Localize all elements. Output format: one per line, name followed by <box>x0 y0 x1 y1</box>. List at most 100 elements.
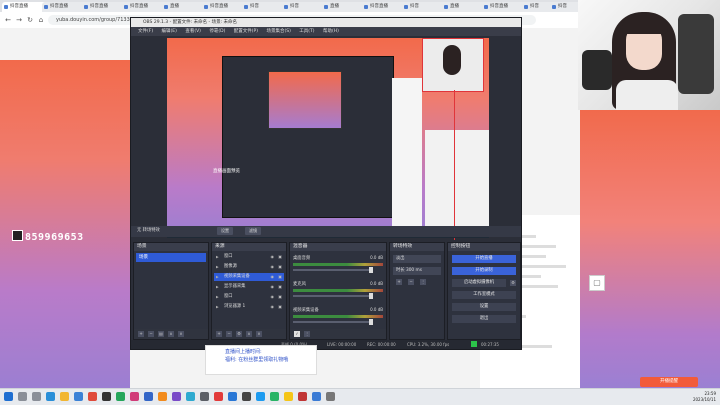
menu-help[interactable]: 帮助(H) <box>323 29 339 34</box>
exit-button[interactable]: 退出 <box>452 315 516 323</box>
reload-icon[interactable]: ↻ <box>25 15 35 25</box>
lock-icon[interactable]: ▣ <box>278 303 282 311</box>
transition-select[interactable]: 淡出 <box>393 255 441 263</box>
webcam-microphone <box>582 50 612 90</box>
app-icon[interactable] <box>312 392 321 401</box>
lock-icon[interactable]: ▣ <box>278 293 282 301</box>
move-down-icon[interactable]: ∨ <box>256 331 262 337</box>
volume-slider[interactable] <box>293 319 373 325</box>
scene-item[interactable]: 场景 <box>136 253 206 262</box>
preview-webcam-source[interactable] <box>422 38 484 92</box>
studio-mode-button[interactable]: 工作室模式 <box>452 291 516 299</box>
remove-icon[interactable]: − <box>148 331 154 337</box>
more-icon[interactable]: ⋮ <box>304 331 310 337</box>
source-item[interactable]: 窗口◉▣ <box>214 293 284 301</box>
app-icon[interactable] <box>74 392 83 401</box>
info-text: 福利: 在粉丝群里领取礼物哦 <box>225 357 289 363</box>
app-icon[interactable] <box>270 392 279 401</box>
obs-icon[interactable] <box>102 392 111 401</box>
app-icon[interactable] <box>298 392 307 401</box>
app-icon[interactable] <box>228 392 237 401</box>
preview-nested-obs <box>222 56 394 218</box>
app-icon[interactable] <box>130 392 139 401</box>
settings-button[interactable]: 设置 <box>452 303 516 311</box>
menu-file[interactable]: 文件(F) <box>138 29 153 34</box>
scene-settings-button[interactable]: 设置 <box>217 227 233 235</box>
eye-icon[interactable]: ◉ <box>271 253 275 261</box>
start-recording-button[interactable]: 开始录制 <box>452 267 516 275</box>
system-clock[interactable]: 23:59 2023/10/11 <box>693 391 716 403</box>
menu-profile[interactable]: 配置文件(P) <box>234 29 258 34</box>
eye-icon[interactable]: ◉ <box>271 293 275 301</box>
source-item[interactable]: 浏览器源 1◉▣ <box>214 303 284 311</box>
app-icon[interactable] <box>242 392 251 401</box>
source-item-selected[interactable]: 视频采集设备◉▣ <box>214 273 284 281</box>
start-streaming-button[interactable]: 开始直播 <box>452 255 516 263</box>
move-up-icon[interactable]: ∧ <box>246 331 252 337</box>
menu-docks[interactable]: 停靠(D) <box>209 29 225 34</box>
gift-icon[interactable]: ▢ <box>589 275 605 291</box>
add-icon[interactable]: + <box>138 331 144 337</box>
webcam-chair <box>678 14 714 94</box>
folder-icon[interactable] <box>60 392 69 401</box>
remove-icon[interactable]: − <box>226 331 232 337</box>
move-down-icon[interactable]: ∨ <box>178 331 184 337</box>
eye-icon[interactable]: ◉ <box>271 283 275 291</box>
mixer-channel-name: 麦克风 <box>293 282 306 287</box>
app-icon[interactable] <box>144 392 153 401</box>
app-icon[interactable] <box>326 392 335 401</box>
preview-page-column <box>392 78 422 238</box>
gear-icon[interactable]: ⚙ <box>510 280 516 286</box>
slider-handle[interactable] <box>369 319 373 325</box>
volume-slider[interactable] <box>293 267 373 273</box>
menu-view[interactable]: 查看(V) <box>185 29 201 34</box>
volume-slider[interactable] <box>293 293 373 299</box>
app-icon[interactable] <box>214 392 223 401</box>
remove-icon[interactable]: − <box>408 279 414 285</box>
more-icon[interactable]: ⋮ <box>420 279 426 285</box>
forward-icon[interactable]: → <box>14 15 24 25</box>
slider-handle[interactable] <box>369 267 373 273</box>
add-icon[interactable]: + <box>216 331 222 337</box>
virtual-camera-button[interactable]: 启动虚拟摄像机 <box>452 279 506 287</box>
reminder-button[interactable]: 开播提醒 <box>640 377 698 387</box>
home-icon[interactable]: ⌂ <box>36 15 46 25</box>
scene-filters-button[interactable]: 滤镜 <box>245 227 261 235</box>
edge-icon[interactable] <box>46 392 55 401</box>
menu-scene-collection[interactable]: 场景集合(S) <box>266 29 290 34</box>
back-icon[interactable]: ← <box>3 15 13 25</box>
move-up-icon[interactable]: ∧ <box>168 331 174 337</box>
transition-duration[interactable]: 时长 300 ms <box>393 267 441 275</box>
app-icon[interactable] <box>158 392 167 401</box>
slider-handle[interactable] <box>369 293 373 299</box>
gear-icon[interactable]: ⚙ <box>236 331 242 337</box>
eye-icon[interactable]: ◉ <box>271 273 275 281</box>
obs-preview[interactable]: 直播画面预览 <box>167 38 489 240</box>
source-item[interactable]: 窗口◉▣ <box>214 253 284 261</box>
add-icon[interactable]: + <box>396 279 402 285</box>
eye-icon[interactable]: ◉ <box>271 263 275 271</box>
app-icon[interactable] <box>284 392 293 401</box>
task-view-icon[interactable] <box>32 392 41 401</box>
app-icon[interactable] <box>172 392 181 401</box>
app-icon[interactable] <box>116 392 125 401</box>
menu-edit[interactable]: 编辑(E) <box>162 29 177 34</box>
search-icon[interactable] <box>18 392 27 401</box>
scene-filter-icon[interactable]: ▤ <box>158 331 164 337</box>
menu-tools[interactable]: 工具(T) <box>299 29 314 34</box>
lock-icon[interactable]: ▣ <box>278 253 282 261</box>
chrome-icon[interactable] <box>88 392 97 401</box>
app-icon[interactable] <box>256 392 265 401</box>
lock-icon[interactable]: ▣ <box>278 283 282 291</box>
lock-icon[interactable]: ▣ <box>278 263 282 271</box>
app-icon[interactable] <box>200 392 209 401</box>
source-item[interactable]: 图像源◉▣ <box>214 263 284 271</box>
eye-icon[interactable]: ◉ <box>271 303 275 311</box>
scenes-dock-footer: + − ▤ ∧ ∨ <box>134 329 208 339</box>
sources-dock-footer: + − ⚙ ∧ ∨ <box>212 329 286 339</box>
checkmark-icon[interactable]: ✓ <box>294 331 300 337</box>
source-item[interactable]: 显示器采集◉▣ <box>214 283 284 291</box>
lock-icon[interactable]: ▣ <box>278 273 282 281</box>
app-icon[interactable] <box>186 392 195 401</box>
windows-start-icon[interactable] <box>4 392 13 401</box>
